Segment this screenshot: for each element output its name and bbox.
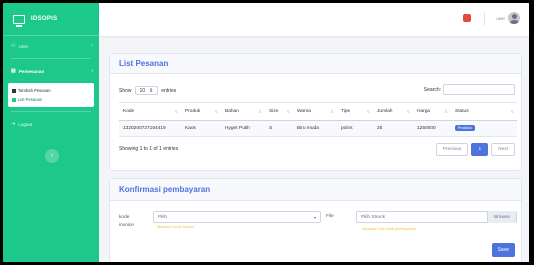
list-icon: [12, 97, 16, 102]
column-header[interactable]: Jumlah ⇅: [373, 102, 413, 121]
topbar-divider: [484, 12, 485, 26]
cell-jumlah: 25: [373, 120, 413, 137]
invoice-hint: Masukan kode invoice: [157, 225, 195, 229]
invoice-select[interactable]: Pilih ▾: [153, 211, 321, 223]
sidebar-submenu: Tambah Pesanan List Pesanan: [8, 83, 94, 107]
column-header[interactable]: Warna ⇅: [293, 102, 337, 121]
sidebar-item-label: Logout: [18, 121, 33, 127]
notification-icon[interactable]: [463, 14, 471, 22]
submenu-item-label: List Pesanan: [18, 97, 43, 102]
laptop-icon: [13, 14, 25, 27]
app-window: IDSOPIS ⚇ User › ▤ Pemesanan › Tambah Pe…: [3, 3, 529, 262]
table-header-row: Kode ⇅ Produk ⇅ Bahan ⇅ Size ⇅ Warna ⇅ Tipe ⇅ …: [119, 102, 517, 121]
topbar: user: [99, 3, 529, 36]
user-icon: ⚇: [11, 43, 16, 49]
sort-icon: ⇅: [174, 109, 178, 114]
sidebar-item-label: User: [18, 43, 29, 49]
sort-icon: ⇅: [406, 109, 410, 114]
chevron-right-icon: ›: [91, 68, 93, 74]
invoice-label: invoice: [119, 223, 134, 228]
column-header[interactable]: Status ⇅: [451, 102, 517, 121]
file-input[interactable]: Pilih Struck Browse: [356, 211, 517, 223]
sidebar-item-pemesanan[interactable]: ▤ Pemesanan ›: [3, 61, 99, 81]
column-header[interactable]: Kode ⇅: [119, 102, 181, 121]
brand[interactable]: IDSOPIS: [3, 3, 99, 36]
column-header[interactable]: Size ⇅: [265, 102, 293, 121]
cell-kode: 1320200727154419: [119, 120, 181, 137]
previous-button[interactable]: Previous: [435, 143, 469, 156]
cell-bahan: Hyget Putih: [221, 120, 265, 137]
chevron-right-icon: ›: [91, 43, 93, 49]
sort-icon: ⇅: [510, 109, 514, 114]
submenu-item-list-pesanan[interactable]: List Pesanan: [12, 95, 90, 104]
save-button[interactable]: Save: [491, 243, 515, 257]
entries-select[interactable]: 10 ⇕: [134, 86, 159, 95]
search-label: Search:: [423, 87, 441, 93]
cell-warna: Biru muda: [293, 120, 337, 137]
next-button[interactable]: Next: [491, 143, 515, 156]
entries-value: 10: [139, 87, 146, 94]
card-title: List Pesanan: [119, 59, 169, 68]
file-label: File: [326, 214, 334, 219]
avatar[interactable]: [508, 12, 520, 24]
list-icon: ▤: [11, 68, 16, 74]
brand-name: IDSOPIS: [31, 16, 58, 22]
chevron-down-icon: ▾: [313, 214, 316, 220]
logout-icon: ⇥: [11, 121, 16, 127]
column-header[interactable]: Tipe ⇅: [337, 102, 373, 121]
file-hint: Masukan foto bukti pembayaran: [362, 227, 417, 231]
select-placeholder: Pilih: [158, 214, 168, 220]
sort-icon: ⇅: [366, 109, 370, 114]
page-button[interactable]: 1: [471, 143, 489, 156]
cell-tipe: polos: [337, 120, 373, 137]
show-label: Show: [119, 87, 132, 94]
card-header: Konfirmasi pembayaran: [110, 179, 521, 201]
kode-label: kode: [119, 215, 130, 220]
column-header[interactable]: Produk ⇅: [181, 102, 221, 121]
submenu-item-label: Tambah Pesanan: [18, 88, 51, 93]
cell-produk: Kaos: [181, 120, 221, 137]
sidebar-item-logout[interactable]: ⇥ Logout: [3, 114, 99, 134]
sidebar-divider: [11, 111, 91, 112]
list-pesanan-card: List Pesanan Show 10 ⇕ entries Search: K…: [109, 53, 522, 171]
browse-button[interactable]: Browse: [487, 211, 516, 223]
sort-icon: ⇅: [258, 109, 262, 114]
column-header[interactable]: Harga ⇅: [413, 102, 451, 121]
table-row: 1320200727154419 Kaos Hyget Putih S Biru…: [119, 120, 517, 137]
entries-label: entries: [161, 87, 177, 94]
column-header[interactable]: Bahan ⇅: [221, 102, 265, 121]
table-info: Showing 1 to 1 of 1 entries: [119, 146, 179, 152]
sidebar-toggle-button[interactable]: ‹: [45, 149, 59, 163]
sidebar-item-user[interactable]: ⚇ User ›: [3, 36, 99, 56]
user-name[interactable]: user: [496, 16, 505, 21]
sort-icon: ⇅: [214, 109, 218, 114]
cell-status: Produksi: [451, 120, 517, 137]
konfirmasi-card: Konfirmasi pembayaran kode invoice Pilih…: [109, 178, 522, 262]
cell-harga: 1250000: [413, 120, 451, 137]
sort-icon: ⇅: [286, 109, 290, 114]
search-input[interactable]: [443, 84, 515, 95]
file-placeholder: Pilih Struck: [361, 214, 385, 220]
status-badge[interactable]: Produksi: [455, 125, 475, 131]
orders-table: Kode ⇅ Produk ⇅ Bahan ⇅ Size ⇅ Warna ⇅ Tipe ⇅ …: [119, 102, 517, 137]
card-header: List Pesanan: [110, 54, 521, 74]
sort-icon: ⇅: [444, 109, 448, 114]
sidebar: IDSOPIS ⚇ User › ▤ Pemesanan › Tambah Pe…: [3, 3, 99, 262]
document-icon: [12, 88, 16, 93]
card-title: Konfirmasi pembayaran: [119, 185, 211, 194]
sidebar-item-label: Pemesanan: [18, 68, 45, 74]
cell-size: S: [265, 120, 293, 137]
show-entries: Show 10 ⇕ entries: [119, 86, 176, 95]
pagination: Previous 1 Next: [435, 143, 515, 156]
submenu-item-tambah-pesanan[interactable]: Tambah Pesanan: [12, 86, 90, 95]
sort-icon: ⇅: [330, 109, 334, 114]
sidebar-divider: [11, 58, 91, 59]
sort-updown-icon: ⇕: [149, 87, 154, 94]
